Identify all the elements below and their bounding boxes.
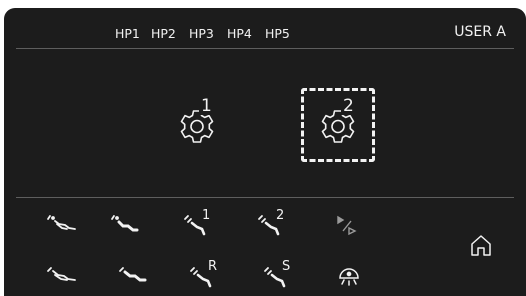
- turbine-handpiece-filled-icon: [111, 215, 139, 232]
- forward-reverse-button[interactable]: [334, 213, 368, 239]
- tab-hp2[interactable]: HP2: [151, 26, 176, 41]
- micromotor-handpiece-filled-button[interactable]: [117, 265, 151, 291]
- micromotor-handpiece-button[interactable]: [45, 265, 79, 291]
- tab-hp3[interactable]: HP3: [189, 26, 214, 41]
- control-panel-screen: HP1 HP2 HP3 HP4 HP5 USER A 1 2 1 2 R S: [4, 8, 526, 296]
- program-number: 1: [199, 96, 214, 116]
- operating-light-button[interactable]: [336, 266, 370, 292]
- header-divider: [16, 48, 514, 49]
- scaler-1-button[interactable]: 1: [182, 208, 216, 236]
- scaler-icon: [264, 267, 286, 288]
- program-2-button[interactable]: 2: [301, 88, 375, 162]
- gear-icon: [180, 110, 214, 143]
- scaler-r-label: R: [208, 259, 218, 274]
- scaler-s-label: S: [282, 259, 291, 274]
- instrument-divider: [16, 197, 514, 198]
- home-icon: [471, 235, 491, 256]
- turbine-handpiece-icon: [47, 215, 76, 230]
- scaler-icon: [184, 215, 206, 236]
- scaler-icon: [258, 215, 280, 236]
- turbine-handpiece-button[interactable]: [45, 213, 79, 239]
- forward-reverse-icon: [337, 215, 357, 236]
- operating-light-icon: [339, 268, 359, 286]
- tab-hp5[interactable]: HP5: [265, 26, 290, 41]
- scaler-2-label: 2: [276, 208, 285, 223]
- turbine-handpiece-filled-button[interactable]: [107, 213, 141, 239]
- tab-hp4[interactable]: HP4: [227, 26, 252, 41]
- scaler-2-button[interactable]: 2: [256, 208, 290, 236]
- user-selector[interactable]: USER A: [454, 24, 506, 40]
- micromotor-handpiece-filled-icon: [119, 267, 147, 282]
- home-button[interactable]: [468, 232, 494, 258]
- tab-hp1[interactable]: HP1: [115, 26, 140, 41]
- scaler-1-label: 1: [202, 208, 211, 223]
- scaler-r-button[interactable]: R: [188, 259, 222, 288]
- micromotor-handpiece-icon: [47, 267, 76, 281]
- gear-icon: [321, 110, 355, 143]
- program-number: 2: [341, 96, 356, 116]
- program-1-button[interactable]: 1: [160, 88, 234, 162]
- scaler-s-button[interactable]: S: [262, 259, 296, 288]
